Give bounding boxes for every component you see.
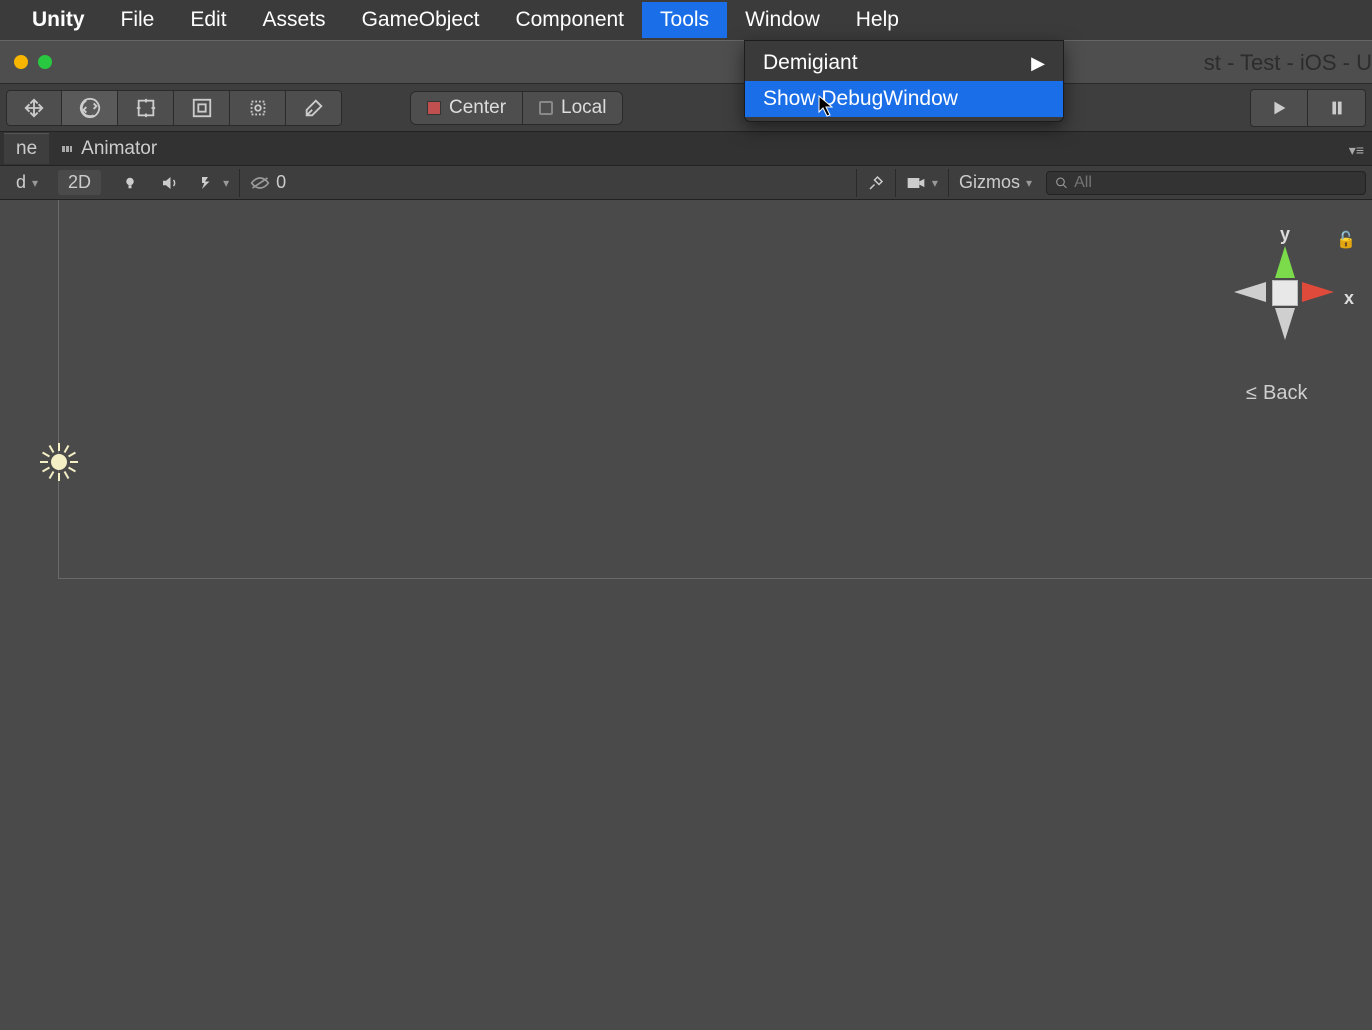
menu-assets[interactable]: Assets	[245, 2, 344, 38]
axis-y-cone-icon[interactable]	[1275, 246, 1295, 278]
hidden-count: 0	[276, 172, 286, 193]
pivot-space-group: Center Local	[410, 91, 623, 125]
tools-icon	[867, 174, 885, 192]
play-controls	[1250, 89, 1366, 127]
tab-animator-label: Animator	[81, 138, 157, 160]
grid-line	[58, 200, 59, 578]
hidden-objects-button[interactable]: 0	[239, 169, 296, 197]
search-icon	[1055, 176, 1068, 190]
shading-mode-label: d	[16, 172, 26, 193]
tab-scene[interactable]: ne	[4, 133, 49, 164]
axis-y-label: y	[1280, 224, 1290, 245]
move-tool-button[interactable]	[62, 90, 118, 126]
tab-animator[interactable]: Animator	[49, 134, 169, 164]
lock-icon[interactable]: 🔓	[1336, 230, 1356, 250]
scene-tools-button[interactable]	[856, 169, 895, 197]
chevron-down-icon: ▾	[32, 176, 38, 190]
chevron-down-icon: ▾	[1026, 176, 1032, 190]
rotate-tool-button[interactable]	[118, 90, 174, 126]
scale-tool-button[interactable]	[174, 90, 230, 126]
minimize-dot-icon[interactable]	[14, 55, 28, 69]
panel-menu-icon[interactable]: ▾≡	[1349, 142, 1364, 159]
camera-icon	[906, 175, 926, 191]
gizmo-back-label[interactable]: Back	[1246, 382, 1307, 405]
dropdown-item-label: Show DebugWindow	[763, 87, 958, 111]
lighting-toggle-button[interactable]	[111, 172, 149, 194]
menu-edit[interactable]: Edit	[172, 2, 244, 38]
menu-component[interactable]: Component	[497, 2, 642, 38]
axis-neg-x-cone-icon[interactable]	[1234, 282, 1266, 302]
menu-brand[interactable]: Unity	[14, 2, 103, 38]
traffic-lights	[14, 55, 52, 69]
chevron-down-icon: ▾	[932, 176, 938, 190]
pivot-toggle-button[interactable]: Center	[410, 91, 523, 125]
center-icon	[427, 101, 441, 115]
fx-icon	[199, 174, 217, 192]
hand-tool-button[interactable]	[6, 90, 62, 126]
tab-scene-label: ne	[16, 138, 37, 160]
animator-icon	[61, 143, 73, 155]
fx-toggle-button[interactable]: ▾	[189, 172, 239, 194]
transform-tool-group	[6, 90, 342, 126]
macos-menubar: Unity File Edit Assets GameObject Compon…	[0, 0, 1372, 40]
menu-tools[interactable]: Tools	[642, 2, 727, 38]
gizmos-dropdown[interactable]: Gizmos ▾	[948, 169, 1042, 197]
local-icon	[539, 101, 553, 115]
scene-search[interactable]	[1046, 171, 1366, 195]
dropdown-item-label: Demigiant	[763, 51, 858, 75]
gizmo-center-cube[interactable]	[1272, 280, 1298, 306]
panel-tabs: ne Animator ▾≡	[0, 132, 1372, 166]
lightbulb-icon	[121, 174, 139, 192]
menu-help[interactable]: Help	[838, 2, 917, 38]
gizmos-label: Gizmos	[959, 172, 1020, 193]
visibility-off-icon	[250, 176, 270, 190]
tools-dropdown: Demigiant ▶ Show DebugWindow	[744, 40, 1064, 122]
audio-icon	[159, 174, 179, 192]
space-toggle-button[interactable]: Local	[523, 91, 623, 125]
axis-x-label: x	[1344, 288, 1354, 309]
pivot-label: Center	[449, 97, 506, 119]
camera-settings-button[interactable]: ▾	[895, 169, 948, 197]
toggle-2d-button[interactable]: 2D	[48, 168, 111, 197]
zoom-dot-icon[interactable]	[38, 55, 52, 69]
main-toolbar: Center Local	[0, 84, 1372, 132]
chevron-down-icon: ▾	[223, 176, 229, 190]
menu-window[interactable]: Window	[727, 2, 838, 38]
directional-light-gizmo[interactable]	[42, 445, 76, 479]
axis-neg-y-cone-icon[interactable]	[1275, 308, 1295, 340]
orientation-gizmo[interactable]: y x 🔓 Back	[1222, 224, 1352, 404]
window-titlebar: st - Test - iOS - U	[0, 40, 1372, 84]
menu-gameobject[interactable]: GameObject	[344, 2, 498, 38]
shading-mode-dropdown[interactable]: d ▾	[6, 170, 48, 195]
dropdown-item-show-debugwindow[interactable]: Show DebugWindow	[745, 81, 1063, 117]
space-label: Local	[561, 97, 606, 119]
scene-viewport[interactable]: y x 🔓 Back	[0, 200, 1372, 1030]
custom-tool-button[interactable]	[286, 90, 342, 126]
scene-search-input[interactable]	[1074, 174, 1357, 192]
pause-button[interactable]	[1308, 89, 1366, 127]
play-button[interactable]	[1250, 89, 1308, 127]
grid-line	[58, 578, 1372, 579]
submenu-arrow-icon: ▶	[1031, 53, 1045, 74]
rect-tool-button[interactable]	[230, 90, 286, 126]
toggle-2d-label: 2D	[58, 170, 101, 195]
scene-control-bar: d ▾ 2D ▾ 0 ▾ Gizmos ▾	[0, 166, 1372, 200]
audio-toggle-button[interactable]	[149, 172, 189, 194]
dropdown-item-demigiant[interactable]: Demigiant ▶	[745, 45, 1063, 81]
menu-file[interactable]: File	[103, 2, 173, 38]
axis-x-cone-icon[interactable]	[1302, 282, 1334, 302]
window-title-text: st - Test - iOS - U	[1204, 41, 1372, 85]
